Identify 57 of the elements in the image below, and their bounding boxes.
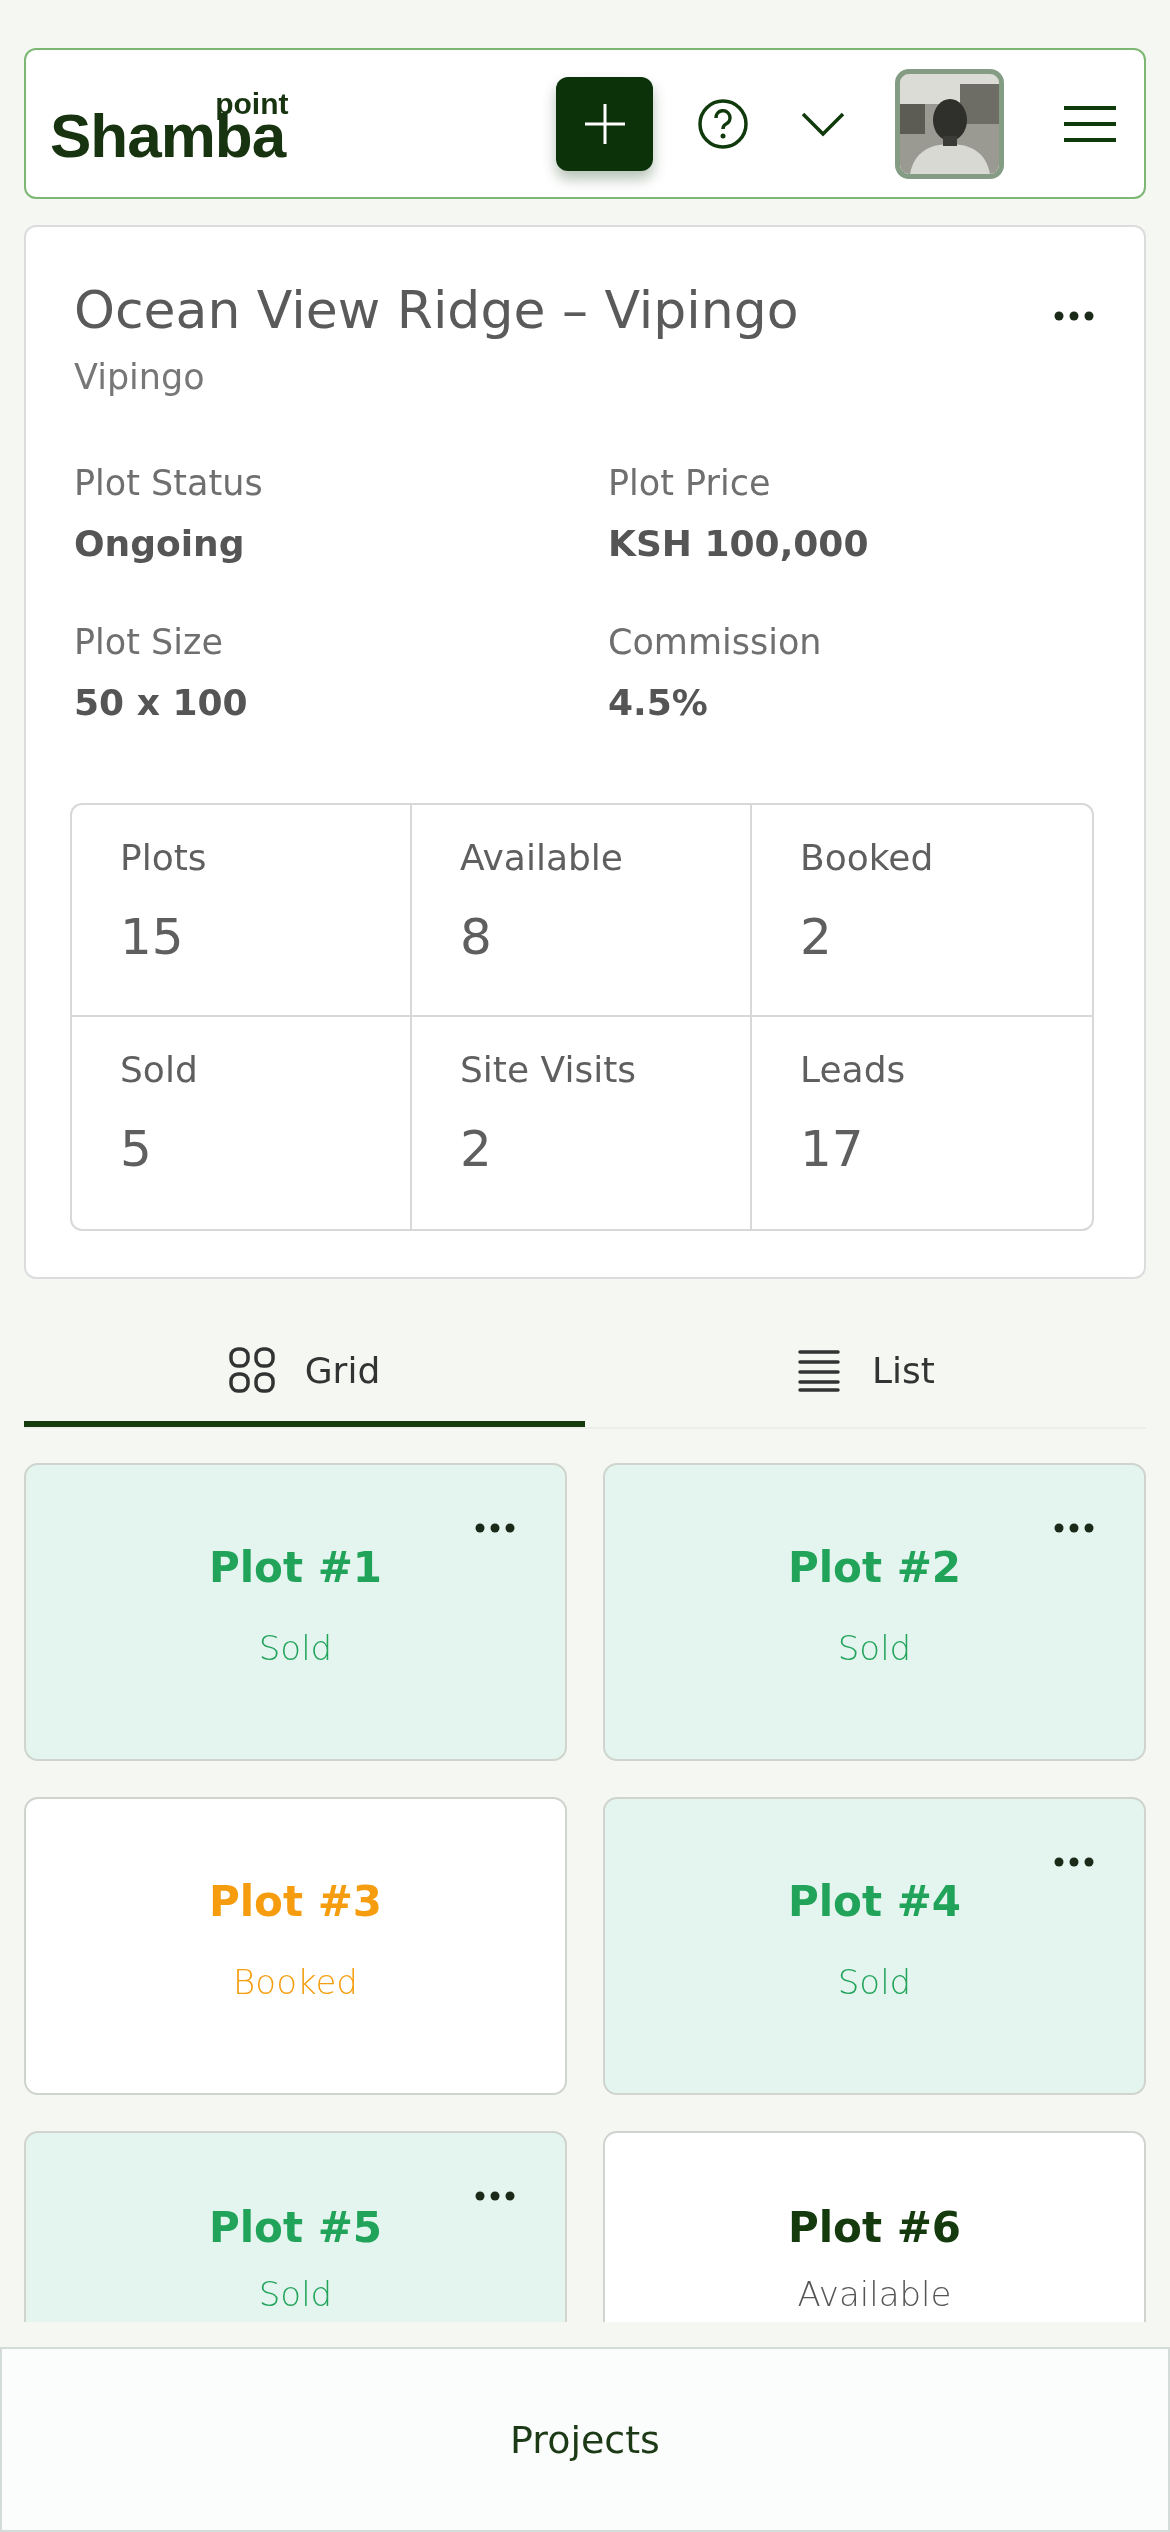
stat-value: 2 bbox=[460, 1120, 493, 1179]
plot-card[interactable]: Plot #4 Sold bbox=[603, 1797, 1146, 2096]
plot-card[interactable]: Plot #2 Sold bbox=[603, 1463, 1146, 1762]
menu-button[interactable] bbox=[1062, 103, 1118, 144]
view-tab[interactable]: Grid bbox=[24, 1319, 585, 1428]
grid-icon bbox=[228, 1347, 275, 1394]
plot-status: Sold bbox=[258, 2274, 333, 2315]
detail-label: Plot Status bbox=[74, 463, 264, 504]
help-icon bbox=[697, 97, 749, 150]
plot-title: Plot #5 bbox=[208, 2203, 383, 2253]
stat-value: 8 bbox=[460, 908, 493, 967]
stat-label: Available bbox=[460, 837, 624, 879]
plot-status: Sold bbox=[837, 1962, 912, 2003]
list-icon bbox=[796, 1348, 843, 1393]
stat-value: 5 bbox=[120, 1120, 153, 1179]
stat-label: Site Visits bbox=[460, 1049, 638, 1091]
detail-value: Ongoing bbox=[74, 523, 246, 565]
stat-label: Leads bbox=[800, 1049, 907, 1091]
plot-title: Plot #6 bbox=[787, 2203, 962, 2253]
more-icon bbox=[1054, 1523, 1094, 1534]
plot-card[interactable]: Plot #3 Booked bbox=[24, 1797, 567, 2096]
chevron-down-icon bbox=[801, 110, 845, 137]
plot-status: Sold bbox=[258, 1628, 333, 1669]
more-icon bbox=[1054, 1857, 1094, 1868]
plot-status: Sold bbox=[837, 1628, 912, 1669]
dropdown-button[interactable] bbox=[801, 110, 845, 137]
stat-label: Plots bbox=[120, 837, 208, 879]
stat-value: 17 bbox=[800, 1120, 865, 1179]
plot-card[interactable]: Plot #5 Sold bbox=[24, 2131, 567, 2323]
detail-label: Plot Size bbox=[74, 622, 224, 663]
view-tab[interactable]: List bbox=[585, 1319, 1146, 1428]
detail-label: Commission bbox=[608, 622, 823, 663]
projects-link[interactable]: Projects bbox=[510, 2417, 660, 2462]
plot-title: Plot #2 bbox=[787, 1543, 962, 1593]
more-icon bbox=[475, 1523, 515, 1534]
stat-label: Booked bbox=[800, 837, 935, 879]
stat-label: Sold bbox=[120, 1049, 199, 1091]
menu-icon bbox=[1062, 103, 1118, 144]
detail-value: 50 x 100 bbox=[74, 682, 249, 724]
plot-status: Available bbox=[797, 2274, 952, 2315]
plot-title: Plot #3 bbox=[208, 1877, 383, 1927]
stat-value: 2 bbox=[800, 908, 833, 967]
detail-value: KSH 100,000 bbox=[608, 523, 870, 565]
detail-value: 4.5% bbox=[608, 682, 709, 724]
more-icon bbox=[1054, 311, 1094, 321]
detail-label: Plot Price bbox=[608, 463, 772, 504]
more-icon bbox=[475, 2191, 515, 2202]
plot-card[interactable]: Plot #1 Sold bbox=[24, 1463, 567, 1762]
help-button[interactable] bbox=[697, 97, 749, 150]
plot-title: Plot #1 bbox=[208, 1543, 383, 1593]
plot-status: Booked bbox=[233, 1962, 358, 2003]
project-location: Vipingo bbox=[74, 357, 206, 398]
project-title: Ocean View Ridge – Vipingo bbox=[74, 279, 800, 342]
plot-card[interactable]: Plot #6 Available bbox=[603, 2131, 1146, 2323]
plot-title: Plot #4 bbox=[787, 1877, 962, 1927]
stat-value: 15 bbox=[120, 908, 185, 967]
add-button[interactable] bbox=[556, 76, 653, 171]
